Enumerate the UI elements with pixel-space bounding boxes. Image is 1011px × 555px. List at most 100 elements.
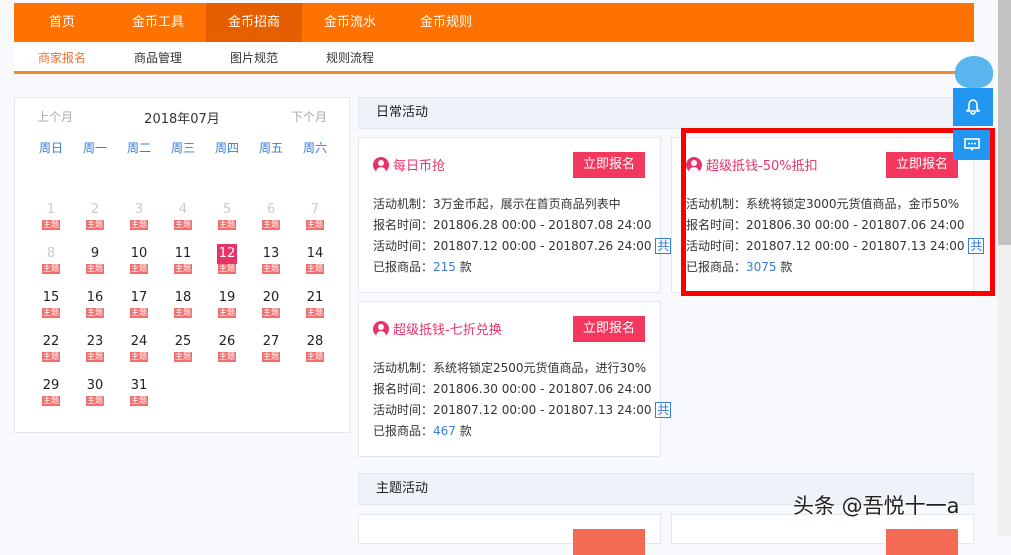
theme-tag: 主题 (86, 308, 104, 318)
calendar-day[interactable]: 19 主题 (205, 288, 249, 332)
calendar-day[interactable]: 25 主题 (161, 332, 205, 376)
calendar-day[interactable]: 8 主题 (29, 244, 73, 288)
day-number: 6 (266, 202, 276, 217)
total-link[interactable]: 共 (655, 402, 672, 418)
calendar-day[interactable]: 21 主题 (293, 288, 337, 332)
next-month-button[interactable]: 下个月 (291, 108, 327, 128)
theme-tag: 主题 (306, 220, 324, 230)
user-icon (373, 320, 389, 337)
day-number: 28 (306, 334, 324, 349)
elephant-mascot-icon[interactable] (955, 56, 993, 88)
scrollbar[interactable] (998, 0, 1011, 536)
main-nav: 首页 金币工具 金币招商 金币流水 金币规则 (14, 3, 974, 42)
calendar-day[interactable]: 27 主题 (249, 332, 293, 376)
active-time: 活动时间：201807.12 00:00 - 201807.26 24:00 (373, 239, 652, 253)
prev-month-button[interactable]: 上个月 (37, 108, 73, 128)
signup-button[interactable]: 立即报名 (573, 152, 645, 178)
theme-card (358, 514, 661, 555)
calendar-day[interactable]: 11 主题 (161, 244, 205, 288)
theme-tag: 主题 (218, 308, 236, 318)
day-number: 18 (174, 290, 192, 305)
day-number: 5 (222, 202, 232, 217)
calendar-day[interactable]: 6 主题 (249, 200, 293, 244)
theme-tag: 主题 (306, 352, 324, 362)
signup-button[interactable] (886, 529, 958, 555)
theme-tag: 主题 (262, 264, 280, 274)
calendar-day[interactable]: 12 主题 (205, 244, 249, 288)
day-number: 16 (86, 290, 104, 305)
daily-activities-header: 日常活动 (358, 97, 974, 129)
calendar-day[interactable]: 17 主题 (117, 288, 161, 332)
nav-coin-rules[interactable]: 金币规则 (398, 3, 494, 42)
day-number: 30 (86, 378, 104, 393)
mechanism-text: 活动机制：3万金币起，展示在首页商品列表中 (373, 197, 621, 211)
day-number: 10 (130, 246, 148, 261)
theme-tag: 主题 (130, 352, 148, 362)
weekday-label: 周二 (126, 141, 151, 155)
nav-coin-flow[interactable]: 金币流水 (302, 3, 398, 42)
bell-icon[interactable] (953, 88, 993, 126)
count-unit: 款 (459, 260, 472, 274)
mechanism-text: 活动机制：系统将锁定2500元货值商品，进行30% (373, 361, 647, 375)
theme-tag: 主题 (262, 220, 280, 230)
subnav-merchant-signup[interactable]: 商家报名 (14, 42, 110, 71)
theme-tag: 主题 (86, 220, 104, 230)
day-number: 1 (46, 202, 56, 217)
signup-button[interactable] (573, 529, 645, 555)
day-number: 24 (130, 334, 148, 349)
calendar-day[interactable]: 10 主题 (117, 244, 161, 288)
highlight-box (681, 128, 995, 296)
activity-title: 超级抵钱-七折兑换 (393, 323, 502, 338)
day-number: 20 (262, 290, 280, 305)
subnav-rule-flow[interactable]: 规则流程 (302, 42, 398, 71)
calendar-day[interactable]: 18 主题 (161, 288, 205, 332)
nav-coin-tools[interactable]: 金币工具 (110, 3, 206, 42)
calendar-day[interactable]: 5 主题 (205, 200, 249, 244)
theme-tag: 主题 (218, 220, 236, 230)
day-number: 17 (130, 290, 148, 305)
calendar-day[interactable]: 16 主题 (73, 288, 117, 332)
calendar-day[interactable]: 24 主题 (117, 332, 161, 376)
calendar-day[interactable]: 28 主题 (293, 332, 337, 376)
calendar-day[interactable]: 2 主题 (73, 200, 117, 244)
day-number: 12 (216, 244, 238, 264)
theme-tag: 主题 (42, 220, 60, 230)
calendar-day[interactable]: 26 主题 (205, 332, 249, 376)
calendar-day[interactable]: 29 主题 (29, 376, 73, 420)
signup-button[interactable]: 立即报名 (573, 316, 645, 342)
theme-tag: 主题 (42, 352, 60, 362)
calendar-day[interactable]: 22 主题 (29, 332, 73, 376)
weekday-label: 周一 (82, 141, 107, 155)
registered-count: 215 (433, 260, 456, 274)
nav-home[interactable]: 首页 (14, 3, 110, 42)
day-number: 26 (218, 334, 236, 349)
calendar-day[interactable]: 23 主题 (73, 332, 117, 376)
calendar-day[interactable]: 13 主题 (249, 244, 293, 288)
day-number: 13 (262, 246, 280, 261)
chat-icon[interactable] (953, 130, 990, 160)
subnav-image-spec[interactable]: 图片规范 (206, 42, 302, 71)
day-number: 8 (46, 246, 56, 261)
theme-tag: 主题 (262, 352, 280, 362)
calendar-day[interactable]: 3 主题 (117, 200, 161, 244)
subnav-product-manage[interactable]: 商品管理 (110, 42, 206, 71)
theme-tag: 主题 (174, 264, 192, 274)
calendar-day[interactable]: 7 主题 (293, 200, 337, 244)
calendar-day[interactable]: 31 主题 (117, 376, 161, 420)
total-link[interactable]: 共 (655, 238, 672, 254)
calendar-day[interactable]: 14 主题 (293, 244, 337, 288)
calendar-day[interactable]: 20 主题 (249, 288, 293, 332)
nav-coin-merchant[interactable]: 金币招商 (206, 3, 302, 42)
scrollbar-thumb[interactable] (998, 0, 1011, 245)
activity-card: 超级抵钱-七折兑换 立即报名活动机制：系统将锁定2500元货值商品，进行30% 报名… (358, 301, 672, 457)
calendar-day[interactable]: 4 主题 (161, 200, 205, 244)
calendar-day[interactable]: 30 主题 (73, 376, 117, 420)
calendar-day[interactable]: 9 主题 (73, 244, 117, 288)
calendar-grid: 周日 周一 周二 周三 周四 周五 周六 1 主题 2 主题 3 主题 4 主题 5 主题 6 主题 7 主题 8 主题 9 主… (29, 128, 349, 420)
signup-time: 报名时间：201806.30 00:00 - 201807.06 24:00 (373, 382, 652, 396)
calendar-day[interactable]: 1 主题 (29, 200, 73, 244)
calendar-day[interactable]: 15 主题 (29, 288, 73, 332)
theme-tag: 主题 (306, 308, 324, 318)
weekday-label: 周五 (258, 141, 283, 155)
weekday-label: 周三 (170, 141, 195, 155)
